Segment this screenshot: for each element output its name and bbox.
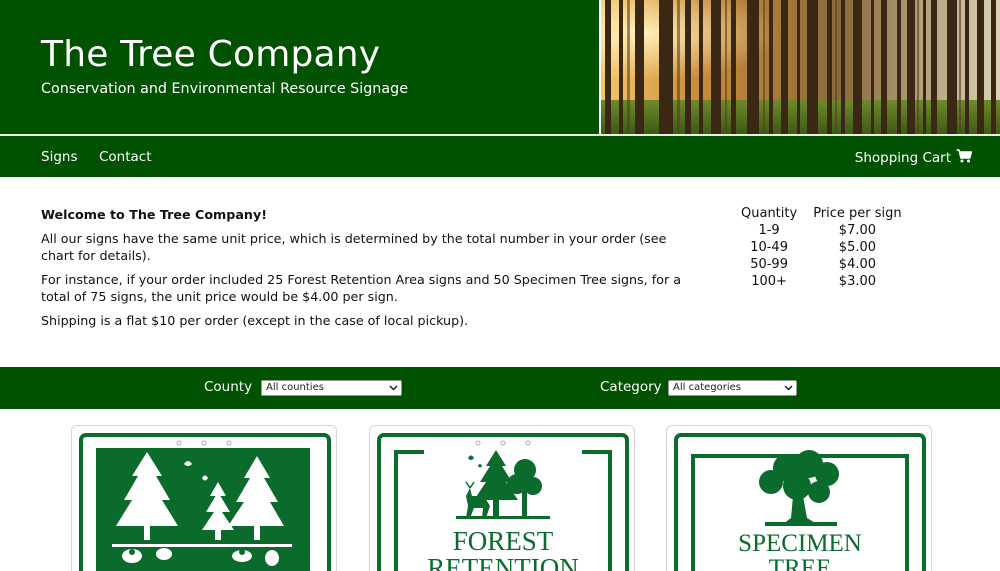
forest-retention-sign-image: FOREST RETENTION — [377, 433, 629, 571]
chevron-down-icon — [784, 383, 793, 395]
intro-paragraph-example: For instance, if your order included 25 … — [41, 272, 681, 304]
forest-retention-sign-line1: FOREST — [453, 526, 554, 556]
welcome-heading: Welcome to The Tree Company! — [41, 207, 268, 222]
filter-bar: County All counties Category All categor… — [0, 367, 1000, 409]
price-quantity-cell: 100+ — [751, 274, 787, 289]
main-nav: Signs Contact Shopping Cart — [0, 136, 1000, 177]
price-value-cell: $3.00 — [838, 274, 877, 289]
site-subtitle: Conservation and Environmental Resource … — [41, 81, 408, 97]
intro-paragraph-shipping: Shipping is a flat $10 per order (except… — [41, 313, 469, 328]
intro-paragraph-pricing: All our signs have the same unit price, … — [41, 231, 667, 263]
nav-signs-link[interactable]: Signs — [41, 149, 77, 165]
county-select[interactable]: All counties — [261, 380, 402, 396]
category-select-value: All categories — [673, 382, 741, 393]
price-table: Quantity Price per sign 1-9 $7.00 10-49 … — [733, 205, 910, 290]
table-row: 100+ $3.00 — [733, 273, 910, 290]
specimen-tree-sign-line1: SPECIMEN — [738, 530, 862, 557]
price-quantity-cell: 1-9 — [758, 223, 780, 238]
category-select[interactable]: All categories — [668, 380, 797, 396]
table-row: 1-9 $7.00 — [733, 222, 910, 239]
county-select-value: All counties — [266, 382, 324, 393]
product-card-wildlife[interactable] — [71, 425, 337, 571]
price-quantity-cell: 10-49 — [750, 240, 788, 255]
header-title-block: The Tree Company Conservation and Enviro… — [0, 0, 599, 134]
product-card-specimen-tree[interactable]: SPECIMEN TREE — [666, 425, 932, 571]
nav-contact-link[interactable]: Contact — [99, 149, 152, 165]
specimen-tree-sign-image: SPECIMEN TREE — [674, 433, 926, 571]
chevron-down-icon — [389, 383, 398, 395]
shopping-cart-label: Shopping Cart — [854, 150, 951, 166]
price-table-header-quantity: Quantity — [741, 206, 798, 221]
county-filter-label: County — [204, 379, 253, 395]
price-value-cell: $5.00 — [838, 240, 877, 255]
price-value-cell: $4.00 — [838, 257, 877, 272]
price-quantity-cell: 50-99 — [750, 257, 788, 272]
wildlife-sign-image — [79, 433, 331, 571]
forest-header-image — [601, 0, 1000, 134]
shopping-cart-link[interactable]: Shopping Cart — [854, 149, 973, 167]
site-header: The Tree Company Conservation and Enviro… — [0, 0, 1000, 134]
price-value-cell: $7.00 — [838, 223, 877, 238]
intro-section: Welcome to The Tree Company! All our sig… — [41, 206, 691, 336]
price-table-header-price: Price per sign — [813, 206, 902, 221]
table-row: 10-49 $5.00 — [733, 239, 910, 256]
specimen-tree-sign-line2: TREE — [769, 555, 832, 571]
cart-icon — [956, 149, 973, 167]
product-card-forest-retention[interactable]: FOREST RETENTION — [369, 425, 635, 571]
category-filter-label: Category — [600, 379, 662, 395]
table-row: 50-99 $4.00 — [733, 256, 910, 273]
forest-retention-sign-line2: RETENTION — [427, 553, 578, 571]
site-title[interactable]: The Tree Company — [41, 34, 380, 75]
